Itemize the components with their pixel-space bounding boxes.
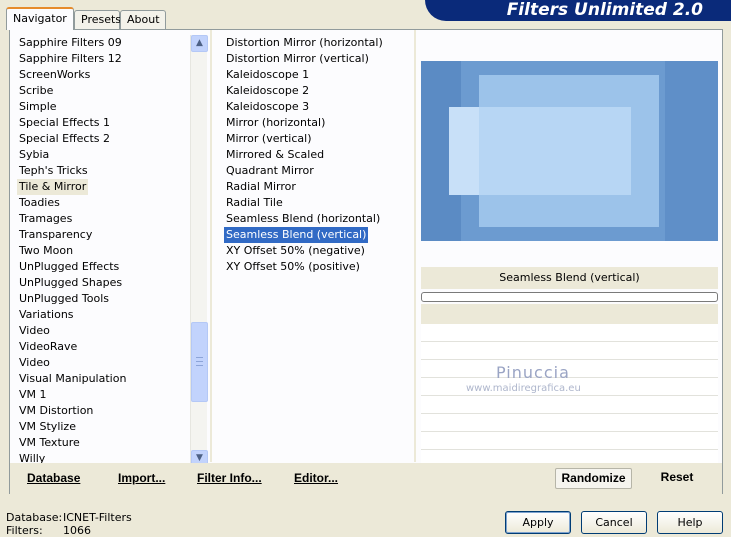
category-item[interactable]: UnPlugged Tools [17,291,193,307]
parameter-row [421,324,718,342]
tab-presets[interactable]: Presets [74,10,121,29]
category-item[interactable]: VM 1 [17,387,193,403]
scroll-up-button[interactable]: ▲ [191,35,208,52]
watermark-name: Pinuccia [496,363,570,382]
filter-info-button[interactable]: Filter Info... [197,471,262,485]
category-item[interactable]: UnPlugged Shapes [17,275,193,291]
database-info: Database:ICNET-Filters Filters: 1066 [6,511,132,537]
category-item[interactable]: Two Moon [17,243,193,259]
category-item[interactable]: Sapphire Filters 09 [17,35,193,51]
parameter-row [421,396,718,414]
filter-item[interactable]: Kaleidoscope 1 [224,67,414,83]
category-item[interactable]: UnPlugged Effects [17,259,193,275]
tab-navigator[interactable]: Navigator [6,7,74,30]
tab-about[interactable]: About [120,10,166,29]
category-item[interactable]: VM Distortion [17,403,193,419]
filter-list[interactable]: Distortion Mirror (horizontal) Distortion… [224,35,414,275]
category-scrollbar[interactable]: ▲ ▼ [190,35,208,467]
parameter-list [421,324,718,468]
column-divider [210,30,212,462]
column-divider [414,30,416,462]
category-item[interactable]: VideoRave [17,339,193,355]
filter-item[interactable]: Mirror (vertical) [224,131,414,147]
category-item[interactable]: Video [17,323,193,339]
panel-toolbar: Database Import... Filter Info... Editor… [10,463,722,494]
filter-item[interactable]: Kaleidoscope 3 [224,99,414,115]
parameter-row [421,414,718,432]
filters-label: Filters: [6,524,43,537]
randomize-button[interactable]: Randomize [555,468,632,489]
category-item[interactable]: Simple [17,99,193,115]
filter-item[interactable]: Mirrored & Scaled [224,147,414,163]
editor-button[interactable]: Editor... [294,471,338,485]
database-button[interactable]: Database [27,471,80,485]
filter-item[interactable]: Seamless Blend (horizontal) [224,211,414,227]
title-banner: Filters Unlimited 2.0 [425,0,731,21]
parameter-row [421,432,718,450]
category-item[interactable]: Transparency [17,227,193,243]
category-item[interactable]: Teph's Tricks [17,163,193,179]
filter-item[interactable]: XY Offset 50% (negative) [224,243,414,259]
category-item[interactable]: Tramages [17,211,193,227]
category-item[interactable]: Sapphire Filters 12 [17,51,193,67]
filter-item[interactable]: Mirror (horizontal) [224,115,414,131]
category-item[interactable]: VM Texture [17,435,193,451]
scroll-thumb[interactable] [191,322,208,403]
filters-count: 1066 [63,524,91,537]
filter-item[interactable]: Distortion Mirror (vertical) [224,51,414,67]
category-item[interactable]: Tile & Mirror [17,179,89,195]
filter-item[interactable]: Radial Tile [224,195,414,211]
grip-icon [196,357,203,367]
category-item[interactable]: Visual Manipulation [17,371,193,387]
category-item[interactable]: ScreenWorks [17,67,193,83]
filter-item[interactable]: Distortion Mirror (horizontal) [224,35,414,51]
parameter-header [421,304,718,324]
category-item[interactable]: VM Stylize [17,419,193,435]
category-item[interactable]: Special Effects 2 [17,131,193,147]
apply-button[interactable]: Apply [505,511,571,534]
filter-item[interactable]: XY Offset 50% (positive) [224,259,414,275]
app-title: Filters Unlimited 2.0 [506,0,703,20]
navigator-panel: Sapphire Filters 09 Sapphire Filters 12 Sc… [9,29,723,494]
watermark-url: www.maidiregrafica.eu [466,383,581,394]
category-item[interactable]: Video [17,355,193,371]
filter-item[interactable]: Quadrant Mirror [224,163,414,179]
category-item[interactable]: Scribe [17,83,193,99]
import-button[interactable]: Import... [118,471,165,485]
preview-image [421,61,718,241]
category-item[interactable]: Special Effects 1 [17,115,193,131]
cancel-button[interactable]: Cancel [581,511,647,534]
filter-item[interactable]: Kaleidoscope 2 [224,83,414,99]
category-list[interactable]: Sapphire Filters 09 Sapphire Filters 12 Sc… [17,35,193,467]
preview-area: Seamless Blend (vertical) Pinuccia www.m… [418,30,722,468]
database-value: ICNET-Filters [63,511,132,524]
category-item[interactable]: Toadies [17,195,193,211]
progress-bar [421,292,718,302]
category-item[interactable]: Sybia [17,147,193,163]
parameter-row [421,342,718,360]
filter-item[interactable]: Radial Mirror [224,179,414,195]
filter-name-label: Seamless Blend (vertical) [421,267,718,289]
help-button[interactable]: Help [657,511,723,534]
category-item[interactable]: Variations [17,307,193,323]
filter-item[interactable]: Seamless Blend (vertical) [224,227,369,243]
database-label: Database: [6,511,63,524]
reset-button[interactable]: Reset [642,468,712,489]
